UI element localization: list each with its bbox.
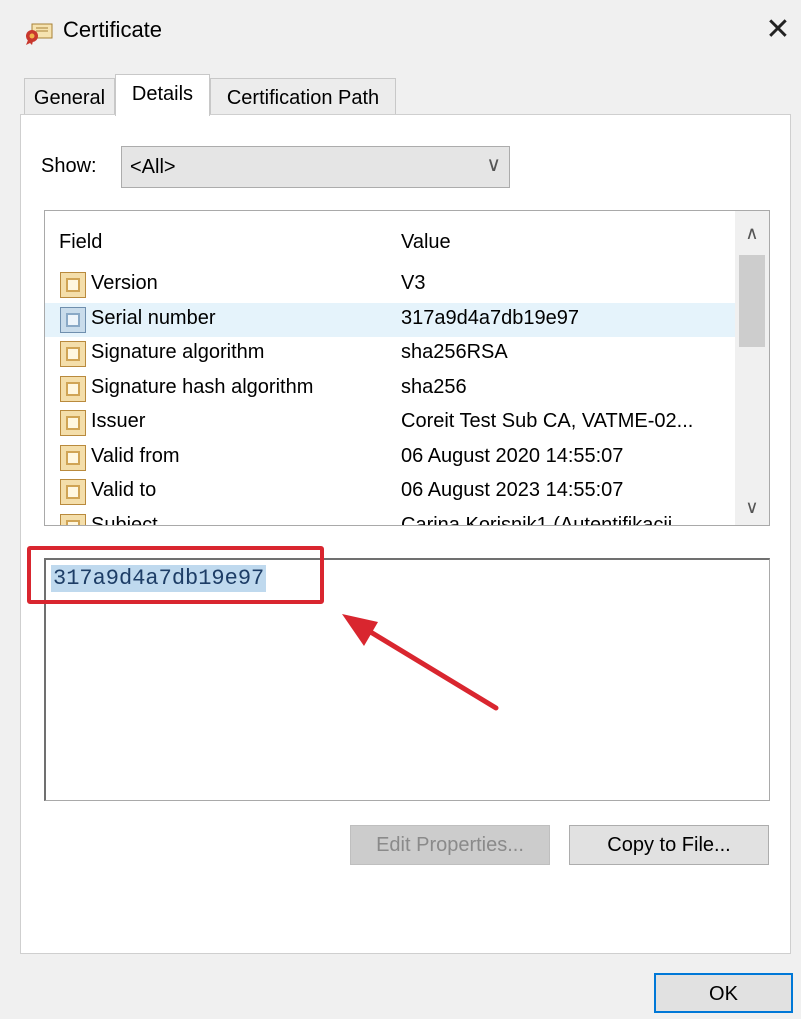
- list-item[interactable]: Subject Carina Korisnik1 (Autentifikacij: [45, 510, 735, 526]
- field-name: Version: [91, 272, 158, 294]
- field-value: Coreit Test Sub CA, VATME-02...: [401, 410, 694, 432]
- field-value: 06 August 2023 14:55:07: [401, 479, 624, 501]
- list-item[interactable]: Signature hash algorithm sha256: [45, 372, 735, 406]
- field-icon: [60, 375, 86, 402]
- field-value: Carina Korisnik1 (Autentifikacij: [401, 513, 673, 526]
- list-item[interactable]: Version V3: [45, 268, 735, 302]
- certificate-icon: [24, 21, 54, 45]
- scrollbar-thumb[interactable]: [739, 255, 765, 347]
- ok-button[interactable]: OK: [654, 973, 793, 1013]
- field-value: 06 August 2020 14:55:07: [401, 444, 624, 467]
- field-name: Valid to: [91, 479, 157, 501]
- list-item[interactable]: Signature algorithm sha256RSA: [45, 337, 735, 371]
- field-value: V3: [401, 272, 426, 294]
- fields-list[interactable]: Field Value Version V3 Serial number 317a9d…: [44, 210, 770, 526]
- close-icon[interactable]: ✕: [760, 10, 796, 50]
- list-header: Field Value: [45, 211, 735, 269]
- list-item[interactable]: Valid to 06 August 2023 14:55:07: [45, 475, 735, 509]
- field-name: Subject: [91, 513, 158, 526]
- field-icon: [60, 410, 86, 436]
- show-dropdown[interactable]: <All> ∨: [121, 146, 510, 188]
- list-item[interactable]: Issuer Coreit Test Sub CA, VATME-02...: [45, 406, 735, 440]
- title-bar: Certificate ✕: [0, 0, 801, 62]
- field-value: sha256: [401, 375, 467, 398]
- field-icon: [60, 444, 86, 471]
- field-icon: [60, 479, 86, 505]
- annotation-arrow-icon: [342, 614, 499, 711]
- copy-to-file-button[interactable]: Copy to File...: [569, 825, 769, 865]
- field-name: Valid from: [91, 444, 180, 467]
- field-icon: [60, 272, 86, 298]
- chevron-down-icon: ∨: [486, 154, 501, 176]
- show-label: Show:: [41, 155, 97, 177]
- edit-properties-button[interactable]: Edit Properties...: [350, 825, 550, 865]
- column-header-field[interactable]: Field: [59, 231, 102, 254]
- field-icon: [60, 341, 86, 367]
- window-title: Certificate: [63, 17, 163, 42]
- vertical-scrollbar[interactable]: ∧ ∨: [735, 211, 769, 525]
- annotation-highlight-box: [27, 546, 324, 604]
- tab-general[interactable]: General: [24, 78, 115, 116]
- field-value: 317a9d4a7db19e97: [401, 306, 579, 329]
- tab-certification-path[interactable]: Certification Path: [210, 78, 396, 116]
- column-header-value[interactable]: Value: [401, 231, 451, 254]
- field-name: Signature algorithm: [91, 341, 265, 363]
- field-icon: [60, 513, 86, 525]
- field-icon: [60, 306, 86, 333]
- field-name: Issuer: [91, 410, 146, 432]
- list-item[interactable]: Valid from 06 August 2020 14:55:07: [45, 441, 735, 475]
- list-item[interactable]: Serial number 317a9d4a7db19e97: [45, 302, 735, 337]
- show-dropdown-value: <All>: [130, 156, 176, 178]
- field-value: sha256RSA: [401, 341, 508, 363]
- field-name: Serial number: [91, 306, 216, 329]
- field-name: Signature hash algorithm: [91, 375, 314, 398]
- tab-details[interactable]: Details: [115, 74, 210, 116]
- scroll-down-icon[interactable]: ∨: [735, 489, 769, 525]
- scroll-up-icon[interactable]: ∧: [735, 215, 769, 251]
